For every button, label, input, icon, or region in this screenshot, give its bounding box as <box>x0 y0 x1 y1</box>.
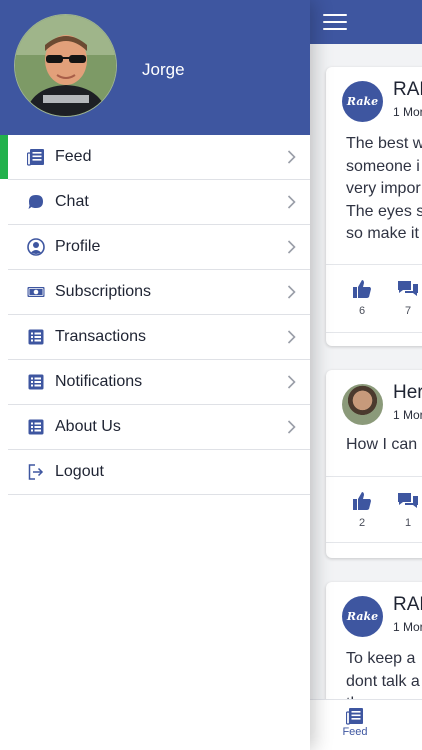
post-body: The best w someone i very impor The eyes… <box>346 135 422 242</box>
drawer-item-label: Transactions <box>55 328 146 345</box>
chevron-right-icon <box>287 285 296 299</box>
rake-logo-avatar: Rake <box>342 596 383 637</box>
drawer-header: Jorge <box>0 0 310 135</box>
drawer-item-label: Logout <box>55 463 104 480</box>
drawer-item-subscriptions[interactable]: Subscriptions <box>8 270 310 315</box>
thumbs-up-icon <box>353 280 371 298</box>
comments-icon <box>398 493 418 508</box>
drawer-item-label: Feed <box>55 148 92 165</box>
user-circle-icon <box>27 238 45 256</box>
avatar[interactable] <box>14 14 117 117</box>
newspaper-icon <box>346 708 363 725</box>
drawer-menu: Feed Chat Profile Subscriptions Transact… <box>0 135 310 495</box>
drawer-item-label: Profile <box>55 238 101 255</box>
like-button[interactable]: 2 <box>347 491 377 529</box>
comment-count: 1 <box>404 517 412 529</box>
drawer-item-feed[interactable]: Feed <box>0 135 310 180</box>
money-icon <box>27 287 45 297</box>
comment-button[interactable]: 1 <box>393 491 422 529</box>
chevron-right-icon <box>287 150 296 164</box>
drawer-item-label: About Us <box>55 418 121 435</box>
like-count: 2 <box>358 517 366 529</box>
feed-post-card[interactable]: Her 1 Mor How I can 2 1 <box>326 370 422 558</box>
comment-count: 7 <box>404 305 412 317</box>
logout-icon <box>28 464 44 480</box>
main-feed-screen: Rake RAK 1 Mor The best w someone i very… <box>310 0 422 750</box>
drawer-item-logout[interactable]: Logout <box>8 450 310 495</box>
bottom-tab-label: Feed <box>342 726 368 738</box>
chevron-right-icon <box>287 195 296 209</box>
post-author: RAK <box>393 594 422 615</box>
user-name: Jorge <box>142 60 185 79</box>
menu-hamburger-icon[interactable] <box>323 14 347 30</box>
post-date: 1 Mor <box>393 408 422 422</box>
chevron-right-icon <box>287 240 296 254</box>
drawer-item-label: Chat <box>55 193 89 210</box>
top-app-bar <box>310 0 422 44</box>
chevron-right-icon <box>287 420 296 434</box>
post-date: 1 Mor <box>393 105 422 119</box>
thumbs-up-icon <box>353 492 371 510</box>
drawer-item-about-us[interactable]: About Us <box>8 405 310 450</box>
comment-button[interactable]: 7 <box>393 279 422 317</box>
feed-post-card[interactable]: Rake RAK 1 Mor The best w someone i very… <box>326 67 422 346</box>
comments-icon <box>398 281 418 296</box>
user-photo <box>15 15 116 116</box>
drawer-item-label: Subscriptions <box>55 283 152 300</box>
author-avatar <box>342 384 383 425</box>
newspaper-icon <box>27 149 44 166</box>
post-author: Her <box>393 382 422 403</box>
post-body: How I can <box>346 436 418 453</box>
chevron-right-icon <box>287 330 296 344</box>
drawer-item-transactions[interactable]: Transactions <box>8 315 310 360</box>
post-author: RAK <box>393 79 422 100</box>
like-count: 6 <box>358 305 366 317</box>
navigation-drawer: Jorge Feed Chat Profile Subscriptions Tr… <box>0 0 310 750</box>
drawer-item-notifications[interactable]: Notifications <box>8 360 310 405</box>
bottom-nav-bar: Feed <box>310 699 422 750</box>
post-date: 1 Mor <box>393 620 422 634</box>
bottom-tab-feed[interactable]: Feed <box>332 707 378 738</box>
list-icon <box>28 329 44 345</box>
chat-bubble-icon <box>28 195 43 209</box>
drawer-item-profile[interactable]: Profile <box>8 225 310 270</box>
rake-logo-avatar: Rake <box>342 81 383 122</box>
list-icon <box>28 419 44 435</box>
drawer-item-chat[interactable]: Chat <box>8 180 310 225</box>
chevron-right-icon <box>287 375 296 389</box>
drawer-item-label: Notifications <box>55 373 143 390</box>
list-icon <box>28 374 44 390</box>
like-button[interactable]: 6 <box>347 279 377 317</box>
